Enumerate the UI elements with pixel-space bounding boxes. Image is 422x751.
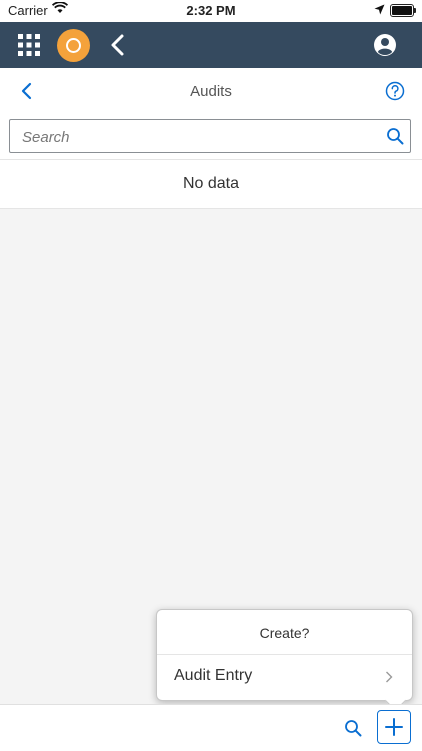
- profile-icon[interactable]: [373, 33, 397, 57]
- shell-bar: [0, 22, 422, 68]
- plus-icon: [385, 718, 403, 736]
- page-title: Audits: [190, 83, 232, 100]
- search-input[interactable]: [20, 120, 374, 154]
- search-row: [0, 114, 422, 159]
- page-header: Audits: [0, 68, 422, 114]
- popover-item-audit-entry[interactable]: Audit Entry: [157, 655, 412, 700]
- search-icon[interactable]: [386, 127, 404, 145]
- chevron-right-icon: [386, 671, 393, 683]
- app-grid-icon[interactable]: [18, 34, 40, 56]
- popover-title: Create?: [157, 610, 412, 655]
- popover-item-label: Audit Entry: [174, 667, 253, 684]
- status-time: 2:32 PM: [186, 3, 236, 18]
- battery-icon: [390, 4, 416, 17]
- status-bar: Carrier 2:32 PM: [0, 0, 422, 22]
- help-icon[interactable]: [385, 81, 405, 101]
- create-popover: Create? Audit Entry: [156, 609, 413, 712]
- back-chevron-icon[interactable]: [108, 33, 128, 57]
- company-logo[interactable]: [57, 29, 90, 62]
- search-box: [9, 119, 411, 154]
- footer-toolbar: [0, 704, 422, 751]
- search-icon[interactable]: [344, 719, 362, 737]
- add-button[interactable]: [377, 710, 411, 744]
- location-arrow-icon: [374, 4, 385, 15]
- no-data-message: No data: [0, 159, 422, 209]
